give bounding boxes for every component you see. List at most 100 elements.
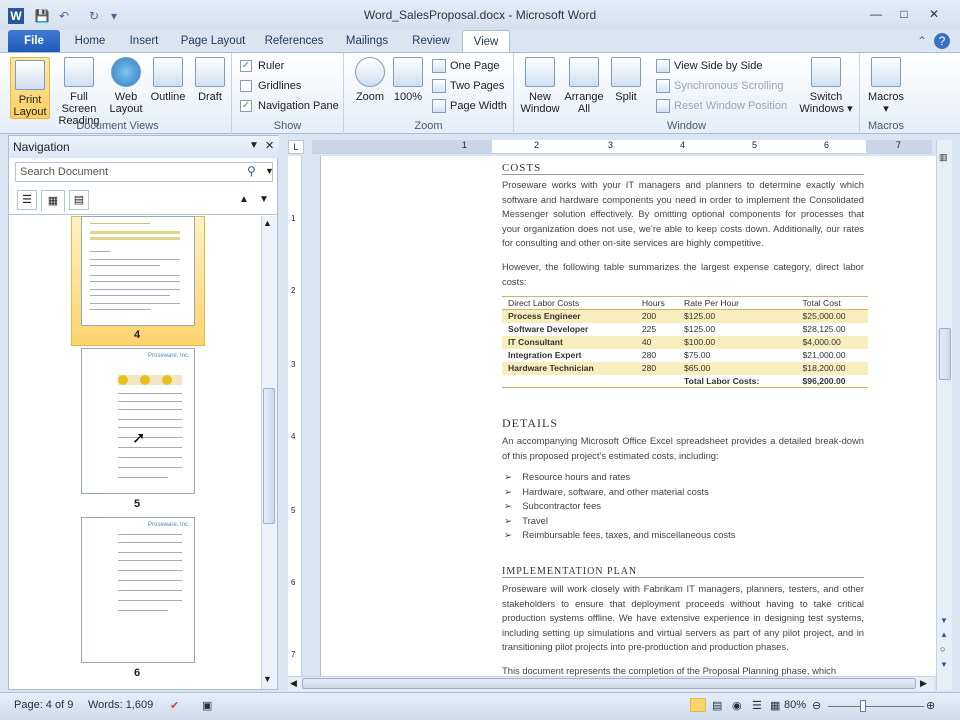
maximize-button[interactable]: □ xyxy=(890,4,918,24)
full-screen-reading-button[interactable]: Full Screen Reading xyxy=(52,57,106,127)
select-browse-object-icon[interactable]: ○ xyxy=(940,644,945,654)
document-scroll-thumb[interactable] xyxy=(939,328,951,380)
one-page-icon xyxy=(432,59,446,74)
page-thumbnail-4[interactable] xyxy=(81,216,195,326)
view-side-by-side-button[interactable]: View Side by Side xyxy=(656,57,762,75)
scroll-up-arrow-icon[interactable]: ▲ xyxy=(263,218,272,228)
group-label-window: Window xyxy=(666,120,707,132)
list-item: ➢ Resource hours and rates xyxy=(504,471,631,482)
tab-view[interactable]: View xyxy=(462,30,510,52)
zoom-level[interactable]: 80% xyxy=(784,699,806,711)
browse-pages-tab[interactable]: ▦ xyxy=(41,190,65,212)
headings-icon: ☰ xyxy=(22,194,32,206)
scroll-down-arrow-icon[interactable]: ▼ xyxy=(263,674,272,684)
zoom-button[interactable]: Zoom xyxy=(352,57,388,103)
split-button[interactable]: Split xyxy=(608,57,644,103)
group-label-zoom: Zoom xyxy=(414,120,443,132)
document-horizontal-scrollbar[interactable]: ◀ ▶ xyxy=(288,676,934,691)
search-icon[interactable]: ⚲ xyxy=(247,164,256,178)
switch-windows-button[interactable]: Switch Windows ▾ xyxy=(798,57,854,115)
ruler-number: 7 xyxy=(896,140,902,150)
one-page-button[interactable]: One Page xyxy=(432,57,500,75)
navigation-pane: Navigation ▼ ✕ Search Document ⚲ ▼ ☰ ▦ ▤… xyxy=(8,135,279,690)
page-number: 4 xyxy=(133,329,141,341)
check-icon: ✓ xyxy=(240,60,252,73)
browse-headings-tab[interactable]: ☰ xyxy=(17,190,37,210)
print-layout-button[interactable]: Print Layout xyxy=(10,57,50,119)
next-page-icon[interactable]: ▼ xyxy=(940,660,948,669)
tab-file[interactable]: File xyxy=(8,30,60,52)
window-title: Word_SalesProposal.docx - Microsoft Word xyxy=(363,8,597,22)
tab-selector[interactable]: L xyxy=(288,140,304,154)
gridlines-checkbox[interactable]: Gridlines xyxy=(240,77,301,95)
page-count-status[interactable]: Page: 4 of 9 xyxy=(14,699,73,711)
document-page[interactable]: Costs Proseware works with your IT manag… xyxy=(320,156,936,676)
zoom-100-button[interactable]: 100% xyxy=(392,57,424,103)
new-window-button[interactable]: New Window xyxy=(520,57,560,115)
scroll-down-arrow-icon[interactable]: ▼ xyxy=(940,616,948,625)
close-icon[interactable]: ✕ xyxy=(265,139,274,152)
chevron-down-icon[interactable]: ▼ xyxy=(265,166,274,176)
horizontal-ruler[interactable]: 1 2 3 4 5 6 7 xyxy=(312,140,932,154)
page-thumbnail-5[interactable]: Proseware, Inc. xyxy=(81,348,195,494)
tab-mailings[interactable]: Mailings xyxy=(340,30,394,52)
two-pages-button[interactable]: Two Pages xyxy=(432,77,504,95)
next-result-icon[interactable]: ▼ xyxy=(259,194,269,205)
zoom-slider[interactable] xyxy=(828,706,924,707)
arrange-all-button[interactable]: Arrange All xyxy=(562,57,606,115)
thumb-company-name: Proseware, Inc. xyxy=(148,353,190,359)
ruler-number: 2 xyxy=(534,140,540,150)
minimize-ribbon-icon[interactable]: ⌃ xyxy=(914,33,930,49)
scroll-right-arrow-icon[interactable]: ▶ xyxy=(920,678,927,689)
group-show: ✓ Ruler Gridlines ✓ Navigation Pane Show xyxy=(232,53,344,134)
outline-button[interactable]: Outline xyxy=(146,57,190,103)
web-layout-view-icon[interactable]: ◉ xyxy=(732,699,742,712)
results-icon: ▤ xyxy=(73,194,85,206)
close-button[interactable]: ✕ xyxy=(920,4,948,24)
web-layout-button[interactable]: Web Layout xyxy=(108,57,144,115)
minimize-button[interactable]: — xyxy=(862,4,890,24)
print-layout-view-icon[interactable] xyxy=(690,698,706,712)
zoom-slider-handle[interactable] xyxy=(860,700,866,712)
horizontal-scroll-thumb[interactable] xyxy=(302,678,916,689)
ruler-checkbox[interactable]: ✓ Ruler xyxy=(240,57,284,75)
macros-button[interactable]: Macros ▾ xyxy=(866,57,906,115)
table-row: IT Consultant 40 $100.00 $4,000.00 xyxy=(502,335,868,349)
zoom-in-icon[interactable]: ⊕ xyxy=(926,699,935,712)
page-thumbnail-6[interactable]: Proseware, Inc. xyxy=(81,517,195,663)
previous-result-icon[interactable]: ▲ xyxy=(239,194,249,205)
tab-home[interactable]: Home xyxy=(70,30,110,52)
macro-record-icon[interactable]: ▣ xyxy=(202,699,212,712)
side-by-side-icon xyxy=(656,59,670,74)
navigation-pane-checkbox[interactable]: ✓ Navigation Pane xyxy=(240,97,339,115)
proofing-icon[interactable]: ✔ xyxy=(170,699,179,712)
draft-button[interactable]: Draft xyxy=(192,57,228,103)
previous-page-icon[interactable]: ▲ xyxy=(940,630,948,639)
tab-references[interactable]: References xyxy=(262,30,326,52)
ruler-toggle-icon[interactable]: ▥ xyxy=(939,152,948,163)
zoom-out-icon[interactable]: ⊖ xyxy=(812,699,821,712)
page-width-button[interactable]: Page Width xyxy=(432,97,507,115)
document-vertical-scrollbar[interactable]: ▥ ▼ ▲ ○ ▼ xyxy=(936,140,952,690)
search-document-input[interactable]: Search Document xyxy=(15,162,273,182)
full-screen-view-icon[interactable]: ▤ xyxy=(712,699,722,712)
draft-view-icon[interactable]: ▦ xyxy=(770,699,780,712)
help-icon[interactable]: ? xyxy=(934,33,950,49)
reset-window-position-button[interactable]: Reset Window Position xyxy=(656,97,787,115)
browse-results-tab[interactable]: ▤ xyxy=(69,190,89,210)
list-item: ➢ Reimbursable fees, taxes, and miscella… xyxy=(504,529,736,540)
scroll-left-arrow-icon[interactable]: ◀ xyxy=(290,678,297,689)
check-icon: ✓ xyxy=(240,100,252,113)
thumb-company-name: Proseware, Inc. xyxy=(148,522,190,528)
title-bar: W 💾 ↶ ↻ ▾ Word_SalesProposal.docx - Micr… xyxy=(0,0,960,30)
tab-page-layout[interactable]: Page Layout xyxy=(178,30,248,52)
tab-review[interactable]: Review xyxy=(408,30,454,52)
outline-view-icon[interactable]: ☰ xyxy=(752,699,762,712)
synchronous-scrolling-button[interactable]: Synchronous Scrolling xyxy=(656,77,783,95)
navigation-scroll-thumb[interactable] xyxy=(263,388,275,524)
chevron-down-icon[interactable]: ▼ xyxy=(249,140,259,151)
tab-insert[interactable]: Insert xyxy=(122,30,166,52)
vertical-ruler[interactable]: 1 2 3 4 5 6 7 xyxy=(288,156,302,676)
word-count-status[interactable]: Words: 1,609 xyxy=(88,699,153,711)
group-macros: Macros ▾ Macros xyxy=(860,53,912,134)
